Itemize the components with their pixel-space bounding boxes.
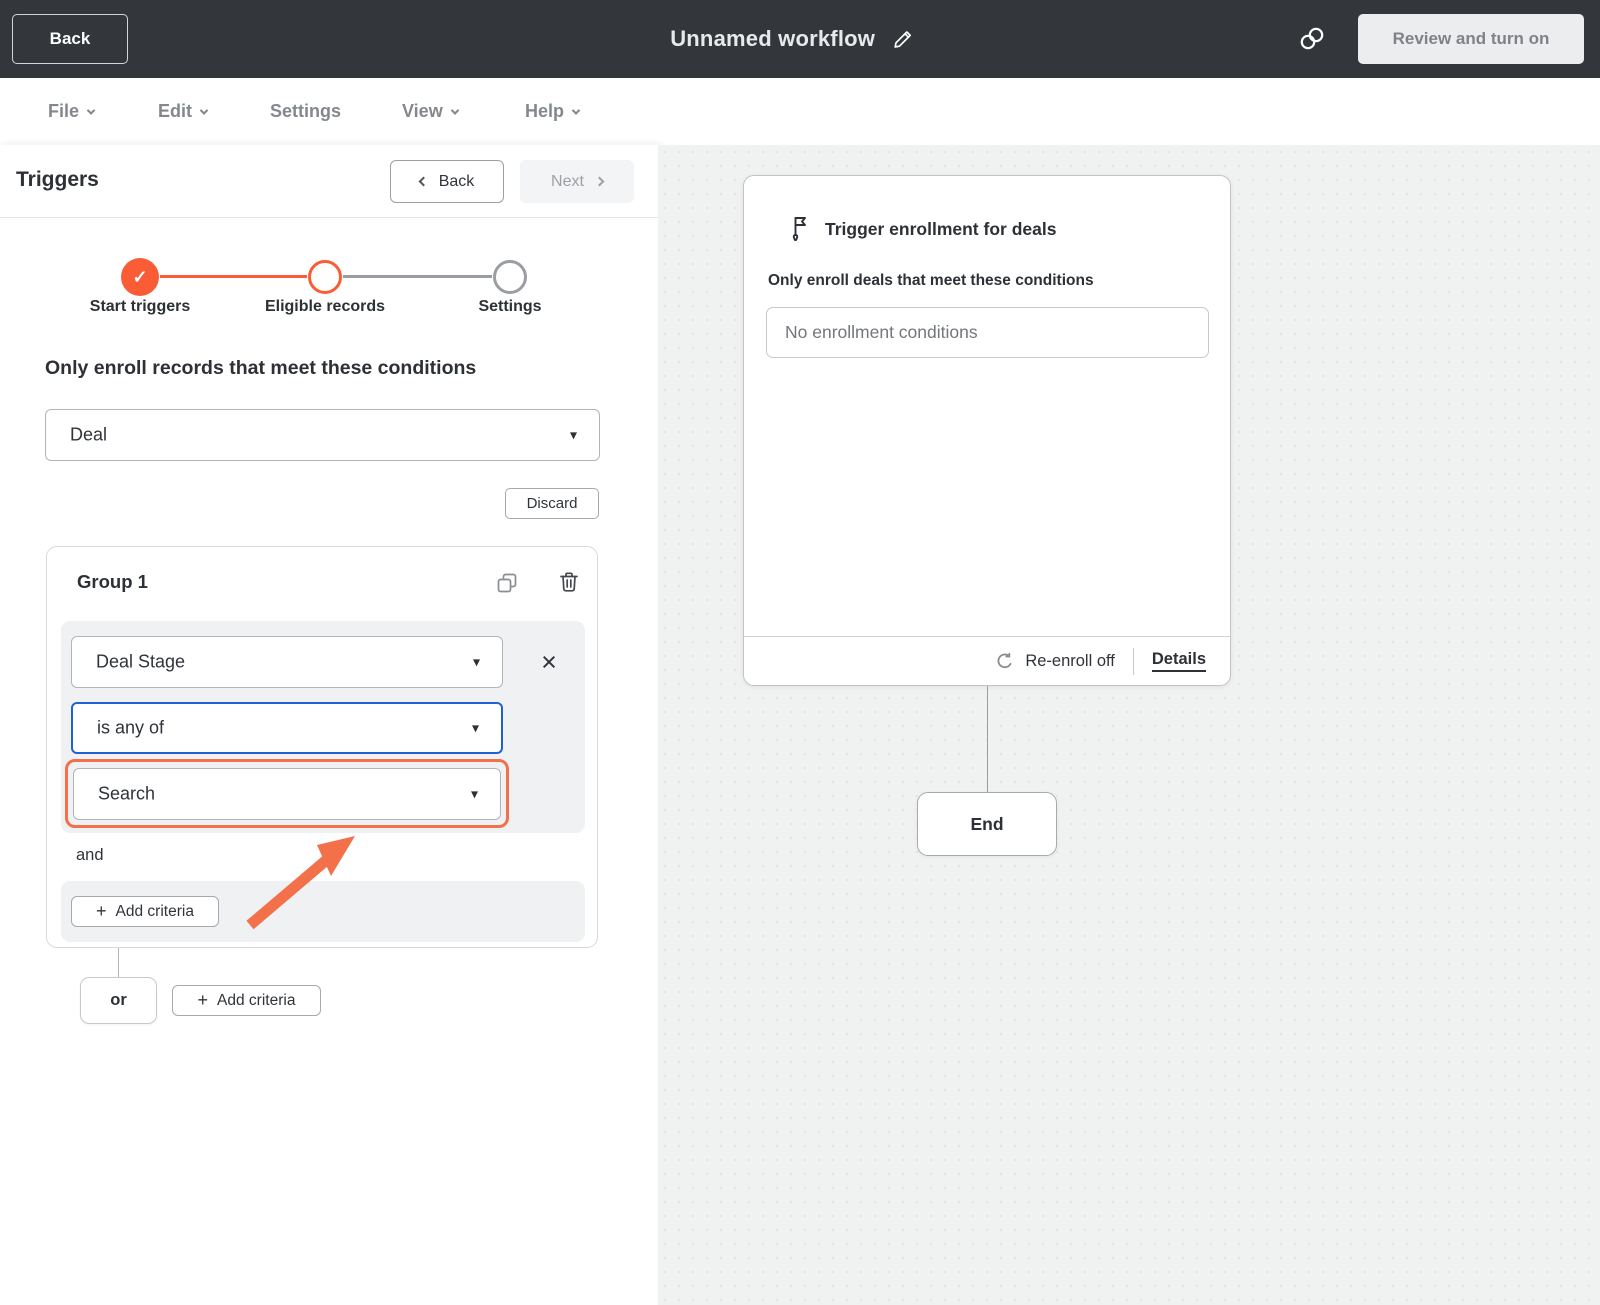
panel-next-button[interactable]: Next xyxy=(520,160,634,203)
back-button[interactable]: Back xyxy=(12,14,128,64)
step-settings-label: Settings xyxy=(478,298,542,315)
operator-select-value: is any of xyxy=(97,717,165,738)
reenroll-refresh-icon xyxy=(994,651,1015,672)
end-node-label: End xyxy=(970,813,1004,834)
reenroll-toggle[interactable]: Re-enroll off xyxy=(994,651,1115,672)
group-connector-line xyxy=(118,948,119,977)
enrollment-conditions-placeholder: No enrollment conditions xyxy=(785,322,978,342)
stepper-connector-complete xyxy=(160,275,307,278)
property-select[interactable]: Deal Stage ▾ xyxy=(71,636,503,688)
add-criteria-button[interactable]: + Add criteria xyxy=(71,896,219,927)
caret-down-icon: ▾ xyxy=(471,719,479,736)
plus-icon: + xyxy=(197,989,209,1010)
step-start-triggers-circle[interactable]: ✓ xyxy=(121,258,159,296)
value-search-select[interactable]: Search ▾ xyxy=(73,768,501,820)
group-title: Group 1 xyxy=(77,571,148,592)
end-node[interactable]: End xyxy=(917,792,1057,856)
trigger-card-subtitle: Only enroll deals that meet these condit… xyxy=(768,272,1094,289)
clone-group-icon[interactable] xyxy=(495,571,519,595)
remove-criteria-icon[interactable]: × xyxy=(534,640,564,684)
chevron-down-icon xyxy=(571,105,581,115)
object-type-select[interactable]: Deal ▾ xyxy=(45,409,600,461)
step-settings-circle[interactable] xyxy=(493,260,527,294)
chevron-down-icon xyxy=(450,105,459,115)
menu-settings[interactable]: Settings xyxy=(270,78,341,145)
enrollment-conditions-box: No enrollment conditions xyxy=(766,307,1209,358)
triggers-panel: Triggers Back Next ✓ Start triggers Elig… xyxy=(0,145,658,1305)
trigger-card-footer: Re-enroll off Details xyxy=(744,636,1230,685)
chevron-down-icon xyxy=(86,105,96,115)
trigger-card-title: Trigger enrollment for deals xyxy=(825,218,1057,239)
canvas-connector-line xyxy=(987,686,988,792)
filter-group-card: Group 1 Deal Stage ▾ × is any of ▾ Searc… xyxy=(46,546,598,948)
object-type-select-value: Deal xyxy=(70,424,108,445)
menu-bar: File Edit Settings View Help xyxy=(0,78,1600,145)
discard-button[interactable]: Discard xyxy=(505,488,599,519)
menu-view-label: View xyxy=(402,101,443,121)
add-criteria-label: Add criteria xyxy=(115,902,194,920)
workflow-canvas: Trigger enrollment for deals Only enroll… xyxy=(658,145,1600,1305)
check-icon: ✓ xyxy=(132,266,148,287)
menu-edit-label: Edit xyxy=(158,101,192,121)
footer-divider xyxy=(1132,647,1134,675)
chevron-down-icon xyxy=(199,105,209,115)
trigger-enrollment-card[interactable]: Trigger enrollment for deals Only enroll… xyxy=(743,175,1231,686)
trigger-card-title-row: Trigger enrollment for deals xyxy=(784,214,1056,244)
panel-next-label: Next xyxy=(551,172,584,190)
add-or-criteria-button[interactable]: + Add criteria xyxy=(172,985,321,1016)
plus-icon: + xyxy=(96,900,107,921)
details-link[interactable]: Details xyxy=(1151,650,1206,672)
panel-back-button[interactable]: Back xyxy=(390,160,504,203)
workflow-title: Unnamed workflow xyxy=(670,26,876,51)
top-bar: Back Unnamed workflow Review and turn on xyxy=(0,0,1600,78)
caret-down-icon: ▾ xyxy=(472,653,480,670)
menu-file-label: File xyxy=(48,101,80,121)
operator-select[interactable]: is any of ▾ xyxy=(71,702,503,754)
add-or-criteria-label: Add criteria xyxy=(217,991,296,1009)
menu-file[interactable]: File xyxy=(48,78,96,145)
conditions-heading: Only enroll records that meet these cond… xyxy=(45,357,477,379)
panel-header: Triggers Back Next xyxy=(0,145,658,218)
property-select-value: Deal Stage xyxy=(96,651,186,672)
stepper-connector-upcoming xyxy=(343,275,492,278)
caret-down-icon: ▾ xyxy=(470,785,478,802)
or-label: or xyxy=(110,991,127,1009)
reenroll-label: Re-enroll off xyxy=(1025,651,1115,670)
delete-group-icon[interactable] xyxy=(557,570,581,594)
menu-help-label: Help xyxy=(525,101,565,121)
link-icon[interactable] xyxy=(1296,23,1328,55)
panel-back-label: Back xyxy=(438,172,475,190)
and-label: and xyxy=(76,846,104,864)
workflow-title-group: Unnamed workflow xyxy=(670,0,915,78)
flag-icon xyxy=(784,214,812,244)
step-eligible-records-label: Eligible records xyxy=(264,298,386,315)
menu-view[interactable]: View xyxy=(402,78,459,145)
caret-down-icon: ▾ xyxy=(569,426,577,443)
menu-help[interactable]: Help xyxy=(525,78,581,145)
panel-title: Triggers xyxy=(16,168,99,191)
edit-pencil-icon[interactable] xyxy=(891,27,915,51)
menu-settings-label: Settings xyxy=(270,101,342,121)
chevron-right-icon xyxy=(594,176,605,187)
step-eligible-records-circle[interactable] xyxy=(308,260,342,294)
menu-edit[interactable]: Edit xyxy=(158,78,209,145)
review-and-turn-on-button[interactable]: Review and turn on xyxy=(1358,14,1584,64)
or-label-box: or xyxy=(80,977,157,1024)
step-start-triggers-label: Start triggers xyxy=(89,298,191,315)
value-search-select-value: Search xyxy=(98,783,156,804)
topbar-right-group: Review and turn on xyxy=(1296,0,1584,78)
chevron-left-icon xyxy=(418,176,429,187)
